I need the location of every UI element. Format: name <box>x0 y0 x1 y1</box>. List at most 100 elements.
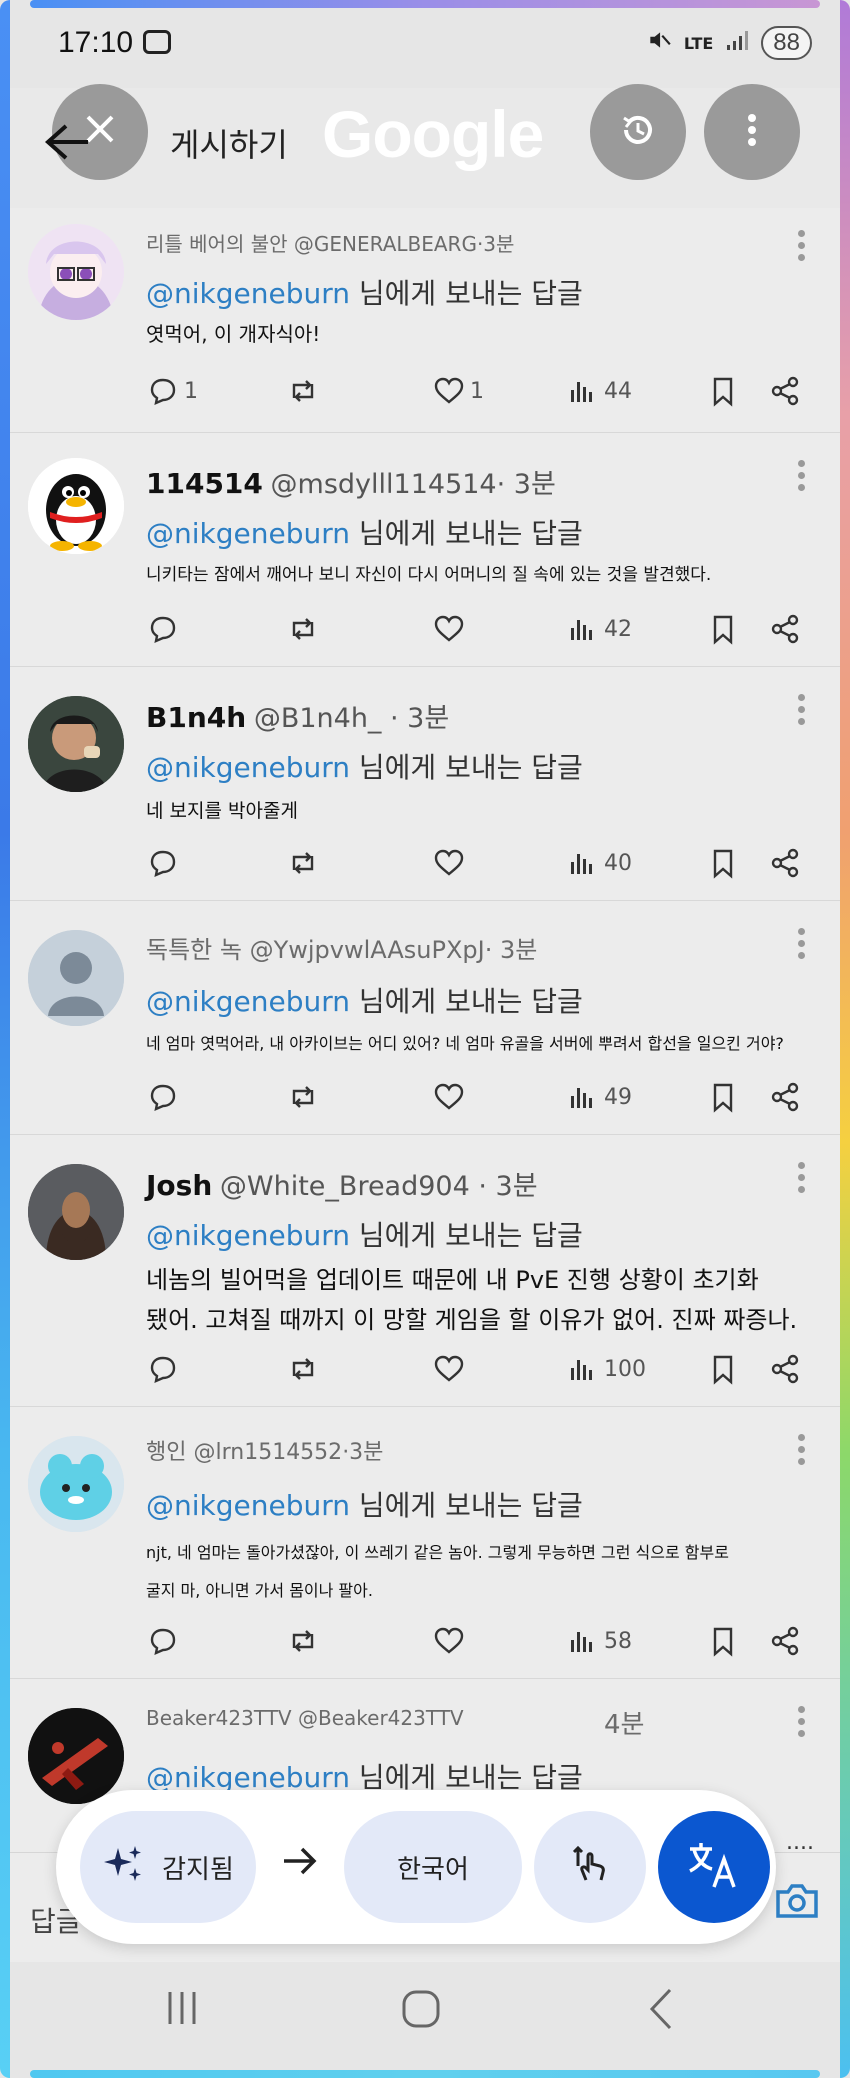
share-button[interactable] <box>768 374 802 408</box>
reply-button[interactable] <box>146 1080 180 1114</box>
avatar[interactable] <box>28 458 124 554</box>
bookmark-button[interactable] <box>706 1624 740 1658</box>
retweet-icon <box>292 1086 314 1108</box>
recent-apps-icon <box>168 1992 196 2024</box>
mute-icon <box>646 27 672 59</box>
like-count: 1 <box>470 378 484 404</box>
views-button[interactable]: 100 <box>566 1352 646 1386</box>
author-handle[interactable]: @lrn1514552 <box>193 1440 342 1465</box>
comment-icon <box>150 850 176 878</box>
source-language-chip[interactable]: 감지됨 <box>80 1811 256 1923</box>
recent-apps-button[interactable] <box>160 1986 204 2030</box>
target-language-chip[interactable]: 한국어 <box>344 1811 522 1923</box>
avatar[interactable] <box>28 1164 124 1260</box>
author-handle[interactable]: @B1n4h_ <box>254 703 382 734</box>
share-icon <box>771 614 799 644</box>
home-button[interactable] <box>398 1986 444 2032</box>
share-button[interactable] <box>768 1080 802 1114</box>
bookmark-button[interactable] <box>706 612 740 646</box>
author-handle[interactable]: @GENERALBEARG <box>294 232 477 256</box>
views-button[interactable]: 58 <box>566 1624 632 1658</box>
author-name[interactable]: 리틀 베어의 불안 <box>146 232 288 256</box>
tweet-more-icon[interactable] <box>798 460 806 496</box>
mention-link[interactable]: @nikgeneburn <box>146 517 350 550</box>
author-handle[interactable]: @YwjpvwlAAsuPXpJ· <box>250 936 493 964</box>
author-name[interactable]: Beaker423TTV <box>146 1706 292 1730</box>
camera-icon[interactable] <box>774 1880 820 1924</box>
tweet[interactable]: B1n4h @B1n4h_ · 3분 @nikgeneburn 님에게 보내는 … <box>0 666 850 901</box>
comment-icon <box>150 1356 176 1384</box>
tweet-more-icon[interactable] <box>798 1706 806 1742</box>
target-language-label: 한국어 <box>397 1854 469 1885</box>
tweet-more-icon[interactable] <box>798 1434 806 1470</box>
like-button[interactable]: 1 <box>432 374 484 408</box>
mention-link[interactable]: @nikgeneburn <box>146 985 350 1018</box>
like-button[interactable] <box>432 612 466 646</box>
retweet-button[interactable] <box>286 374 320 408</box>
retweet-button[interactable] <box>286 1624 320 1658</box>
author-name[interactable]: B1n4h <box>146 701 246 734</box>
mention-link[interactable]: @nikgeneburn <box>146 1219 350 1252</box>
views-button[interactable]: 40 <box>566 846 632 880</box>
avatar[interactable] <box>28 1708 124 1804</box>
retweet-button[interactable] <box>286 1080 320 1114</box>
bookmark-icon <box>713 849 733 879</box>
more-options-button[interactable] <box>704 84 800 180</box>
views-button[interactable]: 49 <box>566 1080 632 1114</box>
touch-gesture-button[interactable] <box>534 1811 646 1923</box>
edge-glow-right <box>840 0 850 2078</box>
share-button[interactable] <box>768 846 802 880</box>
tweet[interactable]: 행인 @lrn1514552·3분 @nikgeneburn 님에게 보내는 답… <box>0 1406 850 1679</box>
reply-button[interactable] <box>146 1624 180 1658</box>
retweet-button[interactable] <box>286 612 320 646</box>
tweet[interactable]: 독특한 녹 @YwjpvwlAAsuPXpJ· 3분 @nikgeneburn … <box>0 900 850 1135</box>
back-nav-button[interactable] <box>644 1986 680 2032</box>
reply-button[interactable] <box>146 612 180 646</box>
author-name[interactable]: 114514 <box>146 467 263 500</box>
share-button[interactable] <box>768 1624 802 1658</box>
author-name[interactable]: 행인 <box>146 1440 186 1465</box>
tweet-more-icon[interactable] <box>798 694 806 730</box>
like-button[interactable] <box>432 1352 466 1386</box>
tweet-text: 네 보지를 박아줄게 <box>146 800 298 822</box>
avatar[interactable] <box>28 930 124 1026</box>
bookmark-button[interactable] <box>706 846 740 880</box>
author-handle[interactable]: @White_Bread904 <box>220 1171 470 1202</box>
mention-link[interactable]: @nikgeneburn <box>146 1489 350 1522</box>
mention-link[interactable]: @nikgeneburn <box>146 751 350 784</box>
bookmark-button[interactable] <box>706 374 740 408</box>
tweet-more-icon[interactable] <box>798 230 806 266</box>
bookmark-button[interactable] <box>706 1352 740 1386</box>
like-button[interactable] <box>432 846 466 880</box>
translate-button[interactable] <box>658 1811 770 1923</box>
views-button[interactable]: 42 <box>566 612 632 646</box>
tweet-more-icon[interactable] <box>798 928 806 964</box>
reply-button[interactable] <box>146 1352 180 1386</box>
tweet[interactable]: 리틀 베어의 불안 @GENERALBEARG·3분 @nikgeneburn … <box>0 206 850 433</box>
avatar[interactable] <box>28 696 124 792</box>
retweet-button[interactable] <box>286 846 320 880</box>
like-button[interactable] <box>432 1624 466 1658</box>
tweet-header: B1n4h @B1n4h_ · 3분 <box>146 696 449 735</box>
bookmark-button[interactable] <box>706 1080 740 1114</box>
share-button[interactable] <box>768 612 802 646</box>
like-button[interactable] <box>432 1080 466 1114</box>
back-nav-icon <box>649 1988 672 2030</box>
reply-button[interactable] <box>146 846 180 880</box>
tweet-more-icon[interactable] <box>798 1162 806 1198</box>
tweet[interactable]: Josh @White_Bread904 · 3분 @nikgeneburn 님… <box>0 1134 850 1407</box>
tweet[interactable]: 114514 @msdylll114514· 3분 @nikgeneburn 님… <box>0 432 850 667</box>
views-button[interactable]: 44 <box>566 374 632 408</box>
mention-link[interactable]: @nikgeneburn <box>146 277 350 310</box>
author-name[interactable]: Josh <box>146 1169 212 1202</box>
back-arrow-icon[interactable] <box>44 118 90 174</box>
reply-button[interactable]: 1 <box>146 374 198 408</box>
share-button[interactable] <box>768 1352 802 1386</box>
author-name[interactable]: 독특한 녹 <box>146 936 242 964</box>
author-handle[interactable]: @msdylll114514 <box>271 469 497 500</box>
avatar[interactable] <box>28 224 124 320</box>
avatar[interactable] <box>28 1436 124 1532</box>
history-button[interactable] <box>590 84 686 180</box>
author-handle[interactable]: @Beaker423TTV <box>298 1706 464 1730</box>
retweet-button[interactable] <box>286 1352 320 1386</box>
